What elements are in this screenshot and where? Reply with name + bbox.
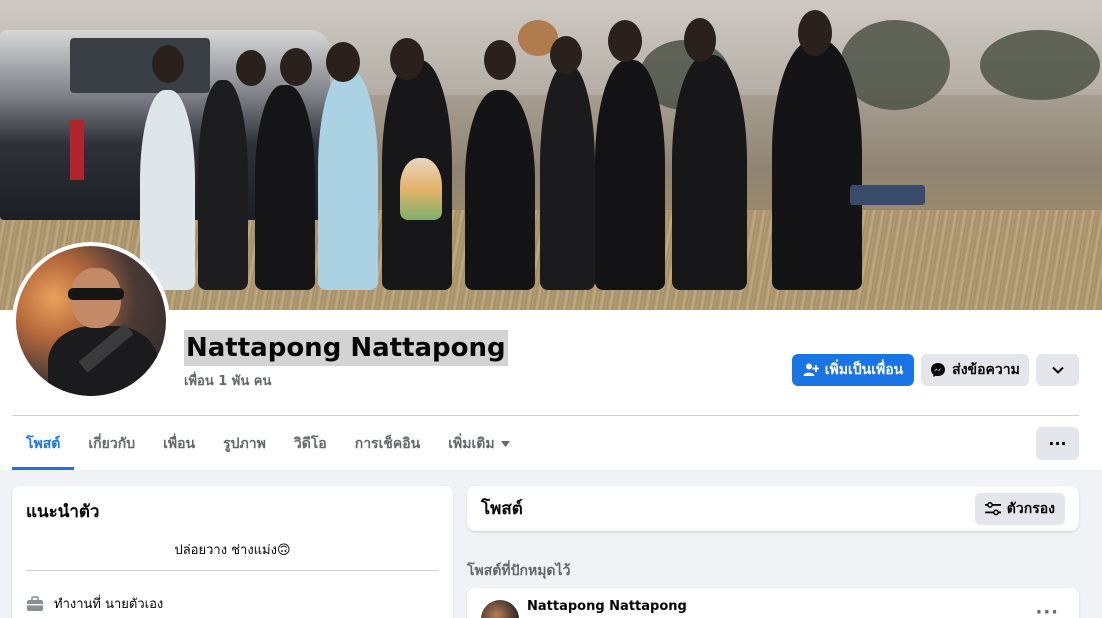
cover-person — [595, 60, 665, 290]
post-author-name[interactable]: Nattapong Nattapong — [527, 599, 687, 614]
cover-person — [672, 55, 747, 290]
cover-person-head — [684, 18, 716, 62]
cover-person — [198, 80, 248, 290]
intro-work: ทำงานที่ นายตัวเอง — [26, 593, 439, 614]
cover-person — [255, 85, 315, 290]
tab-more[interactable]: เพิ่มเติม — [434, 418, 523, 470]
cover-person-head — [236, 50, 266, 86]
cover-person-head — [326, 42, 360, 82]
cover-person-head — [798, 10, 832, 56]
tab-photos[interactable]: รูปภาพ — [209, 418, 280, 470]
tab-friends[interactable]: เพื่อน — [149, 418, 209, 470]
cover-person-head — [280, 48, 312, 86]
cover-person-head — [152, 45, 184, 83]
intro-bio: ปล่อยวาง ช่างแม่ง🙃 — [26, 539, 439, 571]
filter-button[interactable]: ตัวกรอง — [974, 492, 1065, 525]
cover-person-head — [390, 38, 424, 80]
briefcase-icon — [27, 595, 43, 611]
post-options-icon[interactable]: ··· — [1035, 602, 1059, 618]
cover-person-head — [484, 40, 516, 80]
friend-count[interactable]: เพื่อน 1 พัน คน — [184, 370, 271, 391]
profile-tabs: โพสต์ เกี่ยวกับ เพื่อน รูปภาพ วิดีโอ การ… — [12, 418, 524, 470]
pinned-posts-label: โพสต์ที่ปักหมุดไว้ — [467, 563, 571, 579]
cover-table — [850, 185, 925, 205]
cover-bag — [400, 158, 442, 220]
profile-avatar[interactable] — [12, 242, 170, 400]
more-options-button[interactable]: ··· — [1036, 427, 1079, 460]
cover-person — [140, 90, 195, 290]
profile-name: Nattapong Nattapong — [184, 330, 508, 366]
tab-posts[interactable]: โพสต์ — [12, 418, 75, 470]
cover-person — [772, 40, 862, 290]
message-button[interactable]: ส่งข้อความ — [921, 354, 1029, 386]
tab-about[interactable]: เกี่ยวกับ — [74, 418, 149, 470]
cover-person — [540, 65, 595, 290]
posts-title: โพสต์ — [481, 499, 523, 519]
add-friend-button[interactable]: เพิ่มเป็นเพื่อน — [792, 354, 914, 386]
cover-person — [465, 90, 535, 290]
tab-checkins[interactable]: การเช็คอิน — [341, 418, 435, 470]
messenger-icon — [931, 363, 946, 377]
caret-down-icon — [500, 441, 510, 447]
cover-person-head — [550, 36, 582, 74]
intro-work-text: ทำงานที่ นายตัวเอง — [54, 597, 164, 612]
more-dots-icon: ··· — [1048, 434, 1067, 453]
filter-label: ตัวกรอง — [1006, 500, 1055, 517]
add-friend-label: เพิ่มเป็นเพื่อน — [824, 362, 904, 378]
intro-card: แนะนำตัว ปล่อยวาง ช่างแม่ง🙃 ทำงานที่ นาย… — [12, 486, 453, 618]
chevron-down-icon — [1051, 366, 1064, 374]
tab-videos[interactable]: วิดีโอ — [280, 418, 341, 470]
pinned-post: Nattapong Nattapong ··· — [467, 588, 1079, 618]
profile-options-button[interactable] — [1036, 354, 1079, 386]
cover-person-head — [608, 20, 642, 62]
cover-tree — [980, 30, 1100, 100]
cover-photo[interactable] — [0, 0, 1102, 310]
message-label: ส่งข้อความ — [952, 362, 1020, 378]
posts-header: โพสต์ ตัวกรอง — [467, 486, 1079, 531]
cover-person — [318, 70, 378, 290]
intro-title: แนะนำตัว — [26, 502, 100, 522]
filter-icon — [984, 501, 1001, 515]
header-divider — [12, 415, 1079, 416]
post-author-avatar[interactable] — [481, 600, 519, 618]
add-friend-icon — [803, 363, 819, 376]
